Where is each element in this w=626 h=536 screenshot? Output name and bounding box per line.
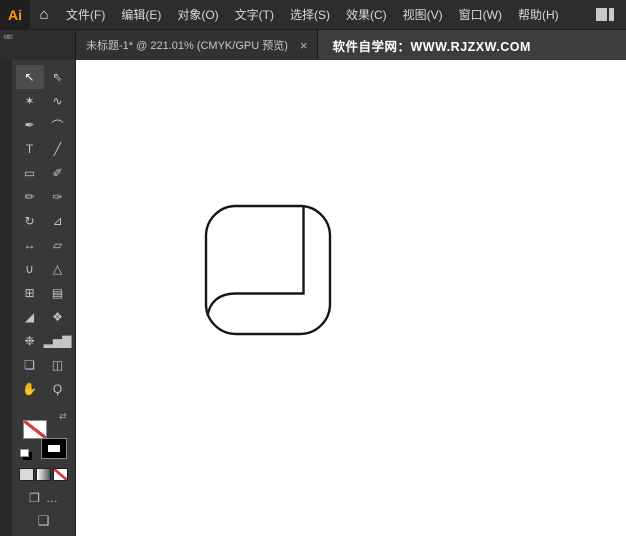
menu-file[interactable]: 文件(F) bbox=[58, 0, 113, 30]
color-mode-buttons bbox=[19, 468, 68, 481]
workspace-panels-icon[interactable] bbox=[596, 8, 616, 21]
artwork-layer bbox=[76, 60, 626, 536]
artboard-tool[interactable]: ❏ bbox=[16, 353, 44, 377]
arrange-windows-icon[interactable]: ❑ bbox=[38, 513, 50, 529]
blend-tool[interactable]: ❖ bbox=[44, 305, 72, 329]
paintbrush-tool[interactable]: ✐ bbox=[44, 161, 72, 185]
menu-help[interactable]: 帮助(H) bbox=[510, 0, 567, 30]
lasso-tool[interactable]: ∿ bbox=[44, 89, 72, 113]
menubar: Ai ⌂ 文件(F)编辑(E)对象(O)文字(T)选择(S)效果(C)视图(V)… bbox=[0, 0, 626, 30]
menu-type[interactable]: 文字(T) bbox=[227, 0, 282, 30]
selection-tool[interactable]: ↖ bbox=[16, 65, 44, 89]
magic-wand-tool[interactable]: ✶ bbox=[16, 89, 44, 113]
hand-tool[interactable]: ✋ bbox=[16, 377, 44, 401]
edit-toolbar-icon[interactable]: … bbox=[46, 491, 58, 505]
tools-panel: ↖⇖✶∿✒⌒T╱▭✐✏✑↻⊿↔▱∪△⊞▤◢❖❉▂▅▇❏◫✋Ϙ ⇄ ❐ … ❑ bbox=[12, 60, 76, 536]
mesh-tool[interactable]: ⊞ bbox=[16, 281, 44, 305]
illustrator-logo-icon: Ai bbox=[0, 0, 30, 30]
fill-color-well[interactable] bbox=[23, 420, 47, 439]
fill-stroke-wells: ⇄ bbox=[19, 413, 69, 459]
close-tab-icon[interactable]: × bbox=[300, 38, 308, 53]
curvature-tool[interactable]: ⌒ bbox=[44, 113, 72, 137]
gradient-tool[interactable]: ▤ bbox=[44, 281, 72, 305]
zoom-tool[interactable]: Ϙ bbox=[44, 377, 72, 401]
artwork-rounded-page-shape[interactable] bbox=[206, 206, 330, 334]
document-tab-title: 未标题-1* @ 221.01% (CMYK/GPU 预览) bbox=[86, 37, 288, 53]
direct-selection-tool[interactable]: ⇖ bbox=[44, 65, 72, 89]
toolbar-panel-header: «« bbox=[0, 30, 76, 60]
watermark-text: 软件自学网：WWW.RJZXW.COM bbox=[318, 30, 626, 60]
tools-grid: ↖⇖✶∿✒⌒T╱▭✐✏✑↻⊿↔▱∪△⊞▤◢❖❉▂▅▇❏◫✋Ϙ bbox=[16, 65, 72, 401]
collapse-panel-icon[interactable]: «« bbox=[3, 32, 11, 43]
tabbar: «« 未标题-1* @ 221.01% (CMYK/GPU 预览) × 软件自学… bbox=[0, 30, 626, 60]
column-graph-tool[interactable]: ▂▅▇ bbox=[44, 329, 72, 353]
none-button[interactable] bbox=[53, 468, 68, 481]
color-button[interactable] bbox=[19, 468, 34, 481]
document-tab[interactable]: 未标题-1* @ 221.01% (CMYK/GPU 预览) × bbox=[76, 30, 318, 60]
menu-select[interactable]: 选择(S) bbox=[282, 0, 338, 30]
rectangle-tool[interactable]: ▭ bbox=[16, 161, 44, 185]
home-icon[interactable]: ⌂ bbox=[30, 0, 58, 30]
default-colors-icon[interactable] bbox=[20, 449, 29, 457]
line-segment-tool[interactable]: ╱ bbox=[44, 137, 72, 161]
menu-items: 文件(F)编辑(E)对象(O)文字(T)选择(S)效果(C)视图(V)窗口(W)… bbox=[58, 0, 567, 30]
toolbar-bottom-icons: ❐ … bbox=[29, 491, 58, 505]
left-dock-rail bbox=[0, 60, 12, 536]
type-tool[interactable]: T bbox=[16, 137, 44, 161]
width-tool[interactable]: ↔ bbox=[16, 233, 44, 257]
free-transform-tool[interactable]: ▱ bbox=[44, 233, 72, 257]
shape-builder-tool[interactable]: ∪ bbox=[16, 257, 44, 281]
menu-object[interactable]: 对象(O) bbox=[169, 0, 226, 30]
slice-tool[interactable]: ◫ bbox=[44, 353, 72, 377]
eyedropper-tool[interactable]: ◢ bbox=[16, 305, 44, 329]
menu-edit[interactable]: 编辑(E) bbox=[113, 0, 169, 30]
scale-tool[interactable]: ⊿ bbox=[44, 209, 72, 233]
blob-brush-tool[interactable]: ✑ bbox=[44, 185, 72, 209]
canvas[interactable] bbox=[76, 60, 626, 536]
screen-mode-icon[interactable]: ❐ bbox=[29, 491, 40, 505]
swap-fill-stroke-icon[interactable]: ⇄ bbox=[59, 411, 67, 422]
symbol-sprayer-tool[interactable]: ❉ bbox=[16, 329, 44, 353]
pen-tool[interactable]: ✒ bbox=[16, 113, 44, 137]
pencil-tool[interactable]: ✏ bbox=[16, 185, 44, 209]
none-fill-slash-icon bbox=[24, 421, 46, 438]
menu-window[interactable]: 窗口(W) bbox=[451, 0, 510, 30]
gradient-button[interactable] bbox=[36, 468, 51, 481]
perspective-grid-tool[interactable]: △ bbox=[44, 257, 72, 281]
menu-effect[interactable]: 效果(C) bbox=[338, 0, 395, 30]
stroke-color-well[interactable] bbox=[42, 439, 66, 458]
menu-view[interactable]: 视图(V) bbox=[395, 0, 451, 30]
rotate-tool[interactable]: ↻ bbox=[16, 209, 44, 233]
main-area: ↖⇖✶∿✒⌒T╱▭✐✏✑↻⊿↔▱∪△⊞▤◢❖❉▂▅▇❏◫✋Ϙ ⇄ ❐ … ❑ bbox=[0, 60, 626, 536]
